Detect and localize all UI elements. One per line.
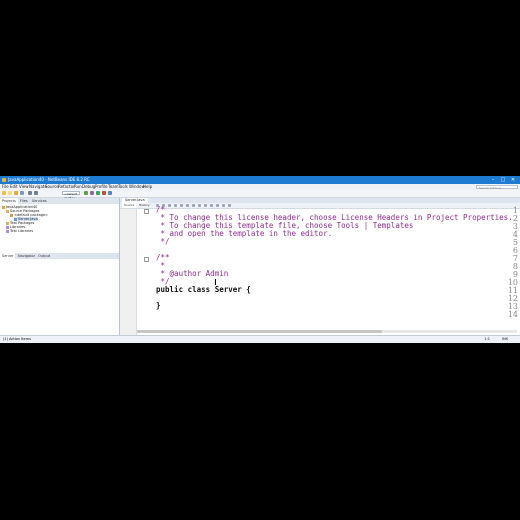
toggle-bookmark-icon[interactable] xyxy=(192,204,195,207)
line-number: 14 xyxy=(507,310,518,319)
code-line: public class Server { xyxy=(156,285,251,294)
ide-window: JavaApplication40 - NetBeans IDE 8.2 RC … xyxy=(0,176,520,343)
package-icon xyxy=(10,213,13,217)
stop-macro-icon[interactable] xyxy=(216,204,219,207)
tab-source[interactable]: Source xyxy=(122,203,137,208)
action-items-link[interactable]: (1) Action Items xyxy=(3,336,31,343)
tab-history[interactable]: History xyxy=(137,203,152,208)
new-project-icon[interactable] xyxy=(2,191,6,195)
projects-tabs: Projects Files Services xyxy=(0,198,119,204)
title-bar: JavaApplication40 - NetBeans IDE 8.2 RC … xyxy=(0,176,520,184)
config-select[interactable]: <default config> xyxy=(62,191,80,200)
netbeans-logo-icon xyxy=(2,178,6,182)
toolbar: <default config> xyxy=(0,190,520,200)
maximize-button[interactable]: □ xyxy=(498,176,508,184)
editor-subtabs: Source History xyxy=(120,203,520,209)
code-line: } xyxy=(156,301,161,310)
cursor-position: 1:1 xyxy=(484,337,490,341)
fold-toggle-icon[interactable] xyxy=(144,257,149,262)
tab-navigator[interactable]: Navigator xyxy=(16,253,37,259)
prev-occurrence-icon[interactable] xyxy=(174,204,177,207)
tab-files[interactable]: Files xyxy=(18,198,30,204)
tree-item-test-libraries[interactable]: Test Libraries xyxy=(6,229,33,233)
undo-icon[interactable] xyxy=(28,191,32,195)
insert-mode: INS xyxy=(502,337,508,341)
status-bar: (1) Action Items 1:1 INS xyxy=(0,335,520,343)
minimize-button[interactable]: – xyxy=(488,176,498,184)
shift-right-icon[interactable] xyxy=(204,204,207,207)
navigator-tabs: Server Navigator Output xyxy=(0,253,119,259)
tab-services[interactable]: Services xyxy=(30,198,49,204)
open-project-icon[interactable] xyxy=(14,191,18,195)
package-folder-icon xyxy=(6,209,9,213)
tab-output[interactable]: Output xyxy=(36,253,52,259)
comment-icon[interactable] xyxy=(222,204,225,207)
profile-icon[interactable] xyxy=(108,191,112,195)
build-icon[interactable] xyxy=(84,191,88,195)
projects-panel: Projects Files Services JavaApplication4… xyxy=(0,198,120,335)
line-number-gutter xyxy=(120,209,137,335)
fold-toggle-icon[interactable] xyxy=(144,209,149,214)
run-icon[interactable] xyxy=(96,191,100,195)
window-title: JavaApplication40 - NetBeans IDE 8.2 RC xyxy=(8,177,90,182)
tab-server[interactable]: Server xyxy=(0,253,16,259)
uncomment-icon[interactable] xyxy=(228,204,231,207)
horizontal-scrollbar[interactable] xyxy=(137,330,517,333)
find-icon[interactable] xyxy=(168,204,171,207)
debug-icon[interactable] xyxy=(102,191,106,195)
save-all-icon[interactable] xyxy=(20,191,24,195)
start-macro-icon[interactable] xyxy=(210,204,213,207)
text-caret xyxy=(215,279,216,285)
shift-left-icon[interactable] xyxy=(198,204,201,207)
new-file-icon[interactable] xyxy=(8,191,12,195)
code-line: * and open the template in the editor. xyxy=(156,229,333,238)
editor-area: Server.java Source History 1 2 3 4 5 6 7… xyxy=(120,198,520,335)
close-button[interactable]: ✕ xyxy=(508,176,518,184)
code-line: */ xyxy=(156,237,170,246)
project-icon xyxy=(2,205,5,209)
next-occurrence-icon[interactable] xyxy=(180,204,183,207)
tab-projects[interactable]: Projects xyxy=(0,198,18,204)
search-input[interactable]: Search (Ctrl+I) xyxy=(476,185,518,190)
scrollbar-thumb[interactable] xyxy=(137,330,382,333)
clean-build-icon[interactable] xyxy=(90,191,94,195)
library-icon xyxy=(6,229,9,233)
toggle-highlight-icon[interactable] xyxy=(186,204,189,207)
redo-icon[interactable] xyxy=(34,191,38,195)
